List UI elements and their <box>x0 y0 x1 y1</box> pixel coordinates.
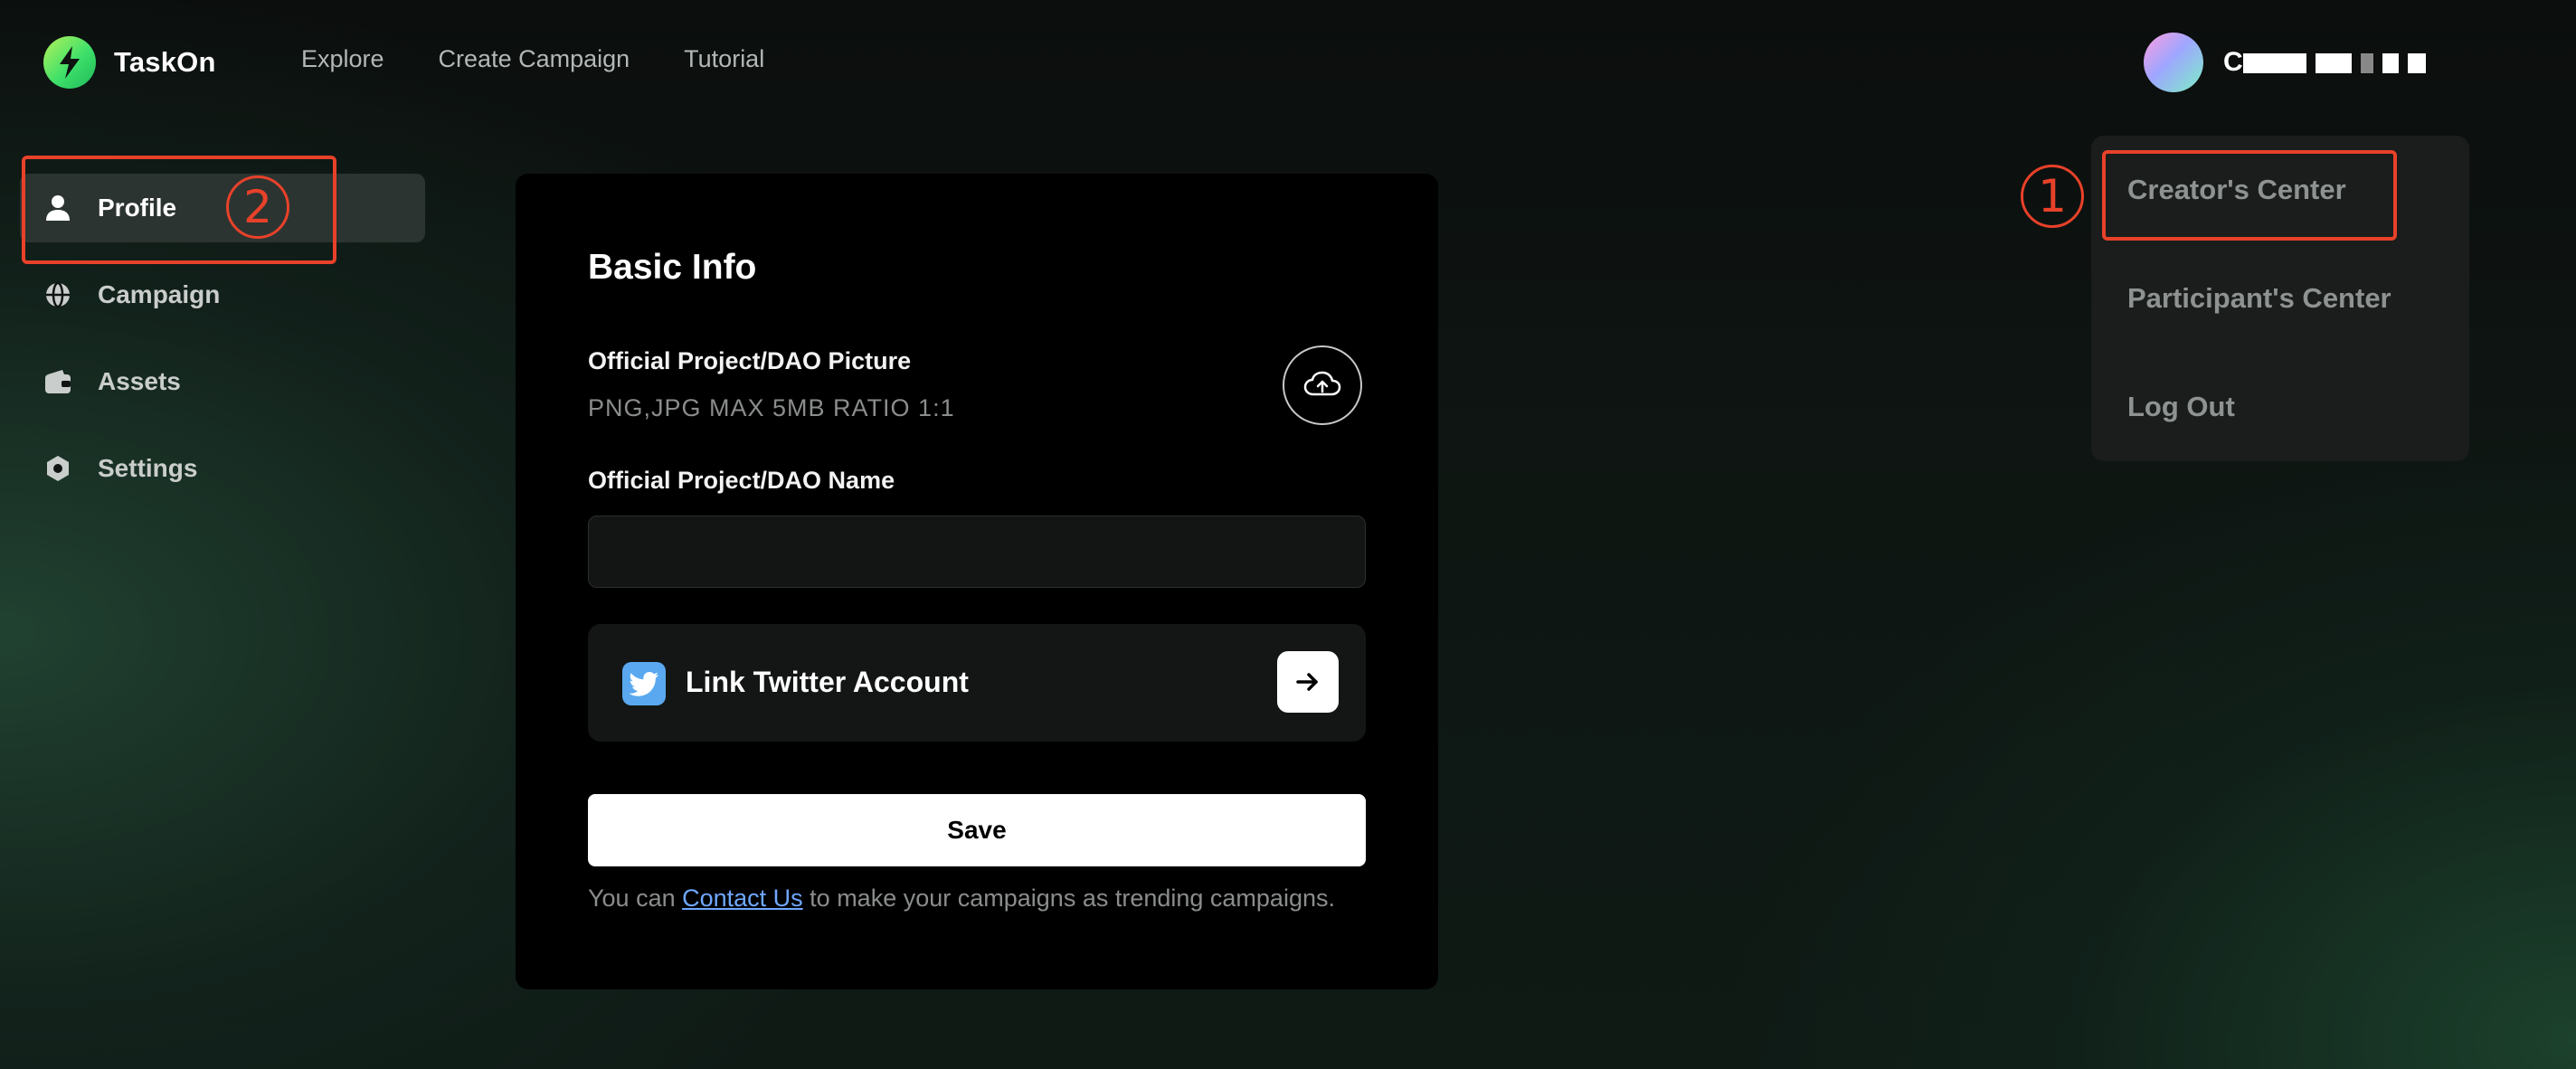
annotation-step-1-number: 1 <box>2038 170 2067 222</box>
footnote-suffix: to make your campaigns as trending campa… <box>802 885 1335 912</box>
sidebar-item-assets[interactable]: Assets <box>20 347 425 416</box>
link-twitter-label: Link Twitter Account <box>686 666 969 698</box>
avatar[interactable] <box>2144 33 2203 92</box>
save-button[interactable]: Save <box>588 794 1366 866</box>
link-twitter-button[interactable] <box>1277 651 1339 713</box>
picture-label: Official Project/DAO Picture <box>588 347 912 374</box>
nav-explore[interactable]: Explore <box>301 45 384 73</box>
sidebar-item-campaign[interactable]: Campaign <box>20 260 425 329</box>
logo-text: TaskOn <box>114 46 216 78</box>
contact-footnote: You can Contact Us to make your campaign… <box>588 885 1335 913</box>
contact-us-link[interactable]: Contact Us <box>682 885 803 912</box>
gear-icon <box>43 454 72 483</box>
logo[interactable]: TaskOn <box>43 36 216 89</box>
nav-tutorial[interactable]: Tutorial <box>684 45 764 73</box>
redacted-block <box>2360 53 2373 74</box>
redacted-block <box>2242 53 2306 74</box>
annotation-step-2-number: 2 <box>243 181 272 233</box>
annotation-box-creators-center <box>2102 150 2397 241</box>
link-twitter-row[interactable]: Link Twitter Account <box>588 624 1366 742</box>
annotation-step-2: 2 <box>226 175 289 239</box>
cloud-upload-icon <box>1303 371 1341 396</box>
sidebar-item-label: Settings <box>98 454 198 482</box>
user-name[interactable]: C <box>2223 47 2477 78</box>
project-name-label: Official Project/DAO Name <box>588 467 895 494</box>
annotation-step-1: 1 <box>2021 165 2084 228</box>
top-nav: Explore Create Campaign Tutorial <box>301 45 764 73</box>
redacted-block <box>2315 53 2352 74</box>
project-name-input[interactable] <box>588 516 1366 588</box>
globe-icon <box>43 280 72 309</box>
user-name-initial: C <box>2223 47 2243 77</box>
sidebar-item-label: Assets <box>98 367 181 395</box>
basic-info-card: Basic Info Official Project/DAO Picture … <box>516 174 1438 989</box>
arrow-right-icon <box>1296 673 1318 691</box>
redacted-block <box>2407 53 2426 74</box>
redacted-block <box>2382 53 2399 74</box>
nav-create-campaign[interactable]: Create Campaign <box>439 45 630 73</box>
menu-item-participants-center[interactable]: Participant's Center <box>2127 282 2391 315</box>
sidebar-item-label: Campaign <box>98 280 221 308</box>
lightning-logo-icon <box>43 36 96 89</box>
twitter-icon <box>622 662 666 705</box>
footnote-prefix: You can <box>588 885 683 912</box>
picture-hint: PNG,JPG MAX 5MB RATIO 1:1 <box>588 394 955 421</box>
upload-picture-button[interactable] <box>1283 345 1362 425</box>
user-menu[interactable]: C <box>2144 33 2477 92</box>
page-title: Basic Info <box>588 248 757 287</box>
menu-item-log-out[interactable]: Log Out <box>2127 391 2235 423</box>
wallet-icon <box>43 367 72 396</box>
sidebar-item-settings[interactable]: Settings <box>20 434 425 503</box>
